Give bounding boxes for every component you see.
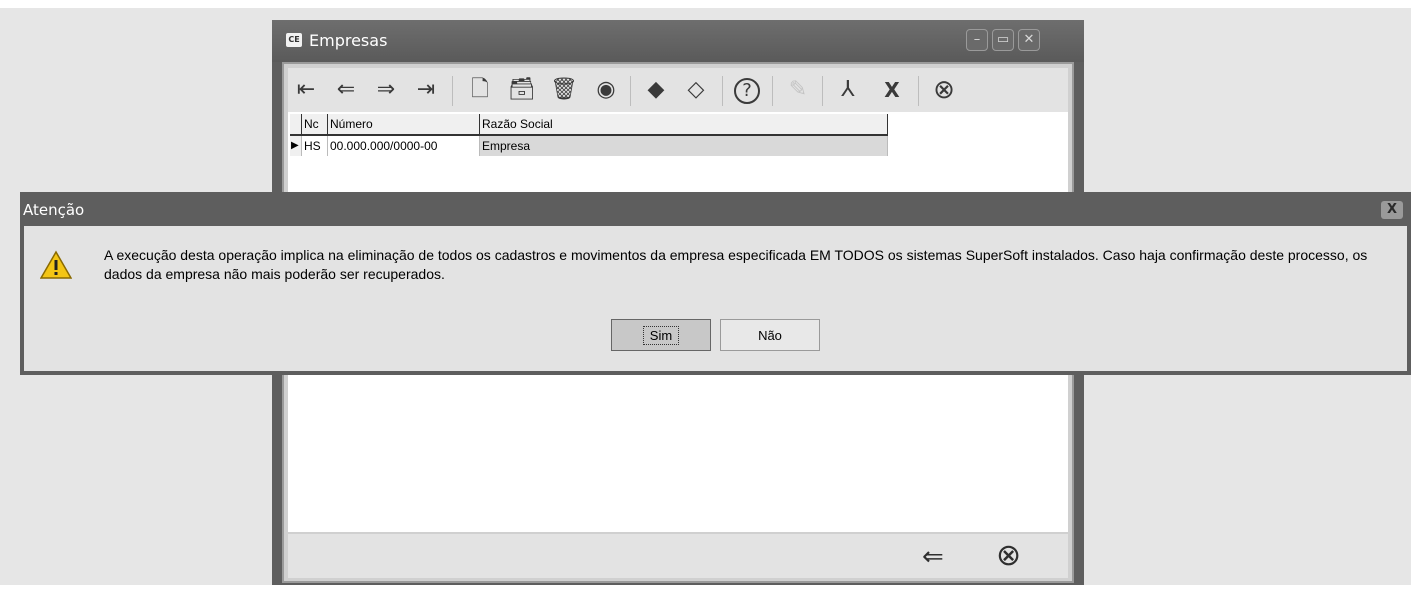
- toolbar-separator: [452, 76, 453, 106]
- maximize-button[interactable]: ▭: [992, 29, 1014, 51]
- eraser-icon[interactable]: ◆: [642, 76, 670, 104]
- cancel-icon[interactable]: ⊗: [930, 76, 958, 104]
- grid-indicator-header: [290, 114, 302, 134]
- toolbar-separator: [822, 76, 823, 106]
- help-icon[interactable]: ?: [734, 78, 760, 104]
- open-archive-icon[interactable]: 🗃: [508, 76, 536, 104]
- dialog-title: Atenção: [23, 201, 85, 219]
- column-header-razao-social[interactable]: Razão Social: [480, 114, 888, 134]
- first-record-icon[interactable]: ⇤: [292, 76, 320, 104]
- edit-icon[interactable]: ✎: [784, 76, 812, 104]
- column-header-code[interactable]: Nc: [302, 114, 328, 134]
- yes-button-label: Sim: [642, 325, 680, 345]
- cell-code[interactable]: HS: [302, 136, 328, 156]
- toolbar-separator: [772, 76, 773, 106]
- window-titlebar[interactable]: CE Empresas – ▭ ✕: [272, 20, 1084, 62]
- copy-icon[interactable]: ◇: [682, 76, 710, 104]
- new-document-icon[interactable]: 🗋: [466, 76, 494, 104]
- desktop-bottom-edge: [0, 585, 1411, 589]
- next-record-icon[interactable]: ⇒: [372, 76, 400, 104]
- last-record-icon[interactable]: ⇥: [412, 76, 440, 104]
- toolbar: ⇤ ⇐ ⇒ ⇥ 🗋 🗃 🗑 ◉ ◆ ◇ ? ✎ ⅄ X ⊗: [288, 68, 1068, 112]
- row-indicator-icon: ▶: [290, 136, 302, 156]
- app-icon: CE: [286, 33, 302, 47]
- column-header-numero[interactable]: Número: [328, 114, 480, 134]
- back-arrow-icon[interactable]: ⇐: [922, 542, 944, 572]
- excel-icon[interactable]: X: [878, 76, 906, 104]
- bottom-bar: ⇐ ⊗: [288, 534, 1068, 578]
- eye-icon[interactable]: ◉: [592, 76, 620, 104]
- table-row[interactable]: ▶ HS 00.000.000/0000-00 Empresa: [290, 136, 888, 156]
- cell-numero[interactable]: 00.000.000/0000-00: [328, 136, 480, 156]
- window-title: Empresas: [309, 31, 388, 50]
- previous-record-icon[interactable]: ⇐: [332, 76, 360, 104]
- dialog-close-button[interactable]: X: [1381, 201, 1403, 219]
- yes-button[interactable]: Sim: [611, 319, 711, 351]
- toolbar-separator: [722, 76, 723, 106]
- close-button[interactable]: ✕: [1018, 29, 1040, 51]
- toolbar-separator: [918, 76, 919, 106]
- close-circle-icon[interactable]: ⊗: [996, 538, 1021, 573]
- no-button[interactable]: Não: [720, 319, 820, 351]
- toolbar-separator: [630, 76, 631, 106]
- minimize-button[interactable]: –: [966, 29, 988, 51]
- dialog-message: A execução desta operação implica na eli…: [104, 247, 1368, 282]
- attention-dialog: Atenção X A execução desta operação impl…: [20, 192, 1411, 375]
- trash-icon[interactable]: 🗑: [550, 76, 578, 104]
- desktop-top-edge: [0, 0, 1411, 8]
- warning-icon: [40, 250, 72, 279]
- no-button-label: Não: [758, 327, 782, 343]
- grid-header: Nc Número Razão Social: [290, 114, 888, 136]
- dialog-body: A execução desta operação implica na eli…: [24, 226, 1407, 371]
- cell-razao-social[interactable]: Empresa: [480, 136, 888, 156]
- pdf-icon[interactable]: ⅄: [834, 76, 862, 104]
